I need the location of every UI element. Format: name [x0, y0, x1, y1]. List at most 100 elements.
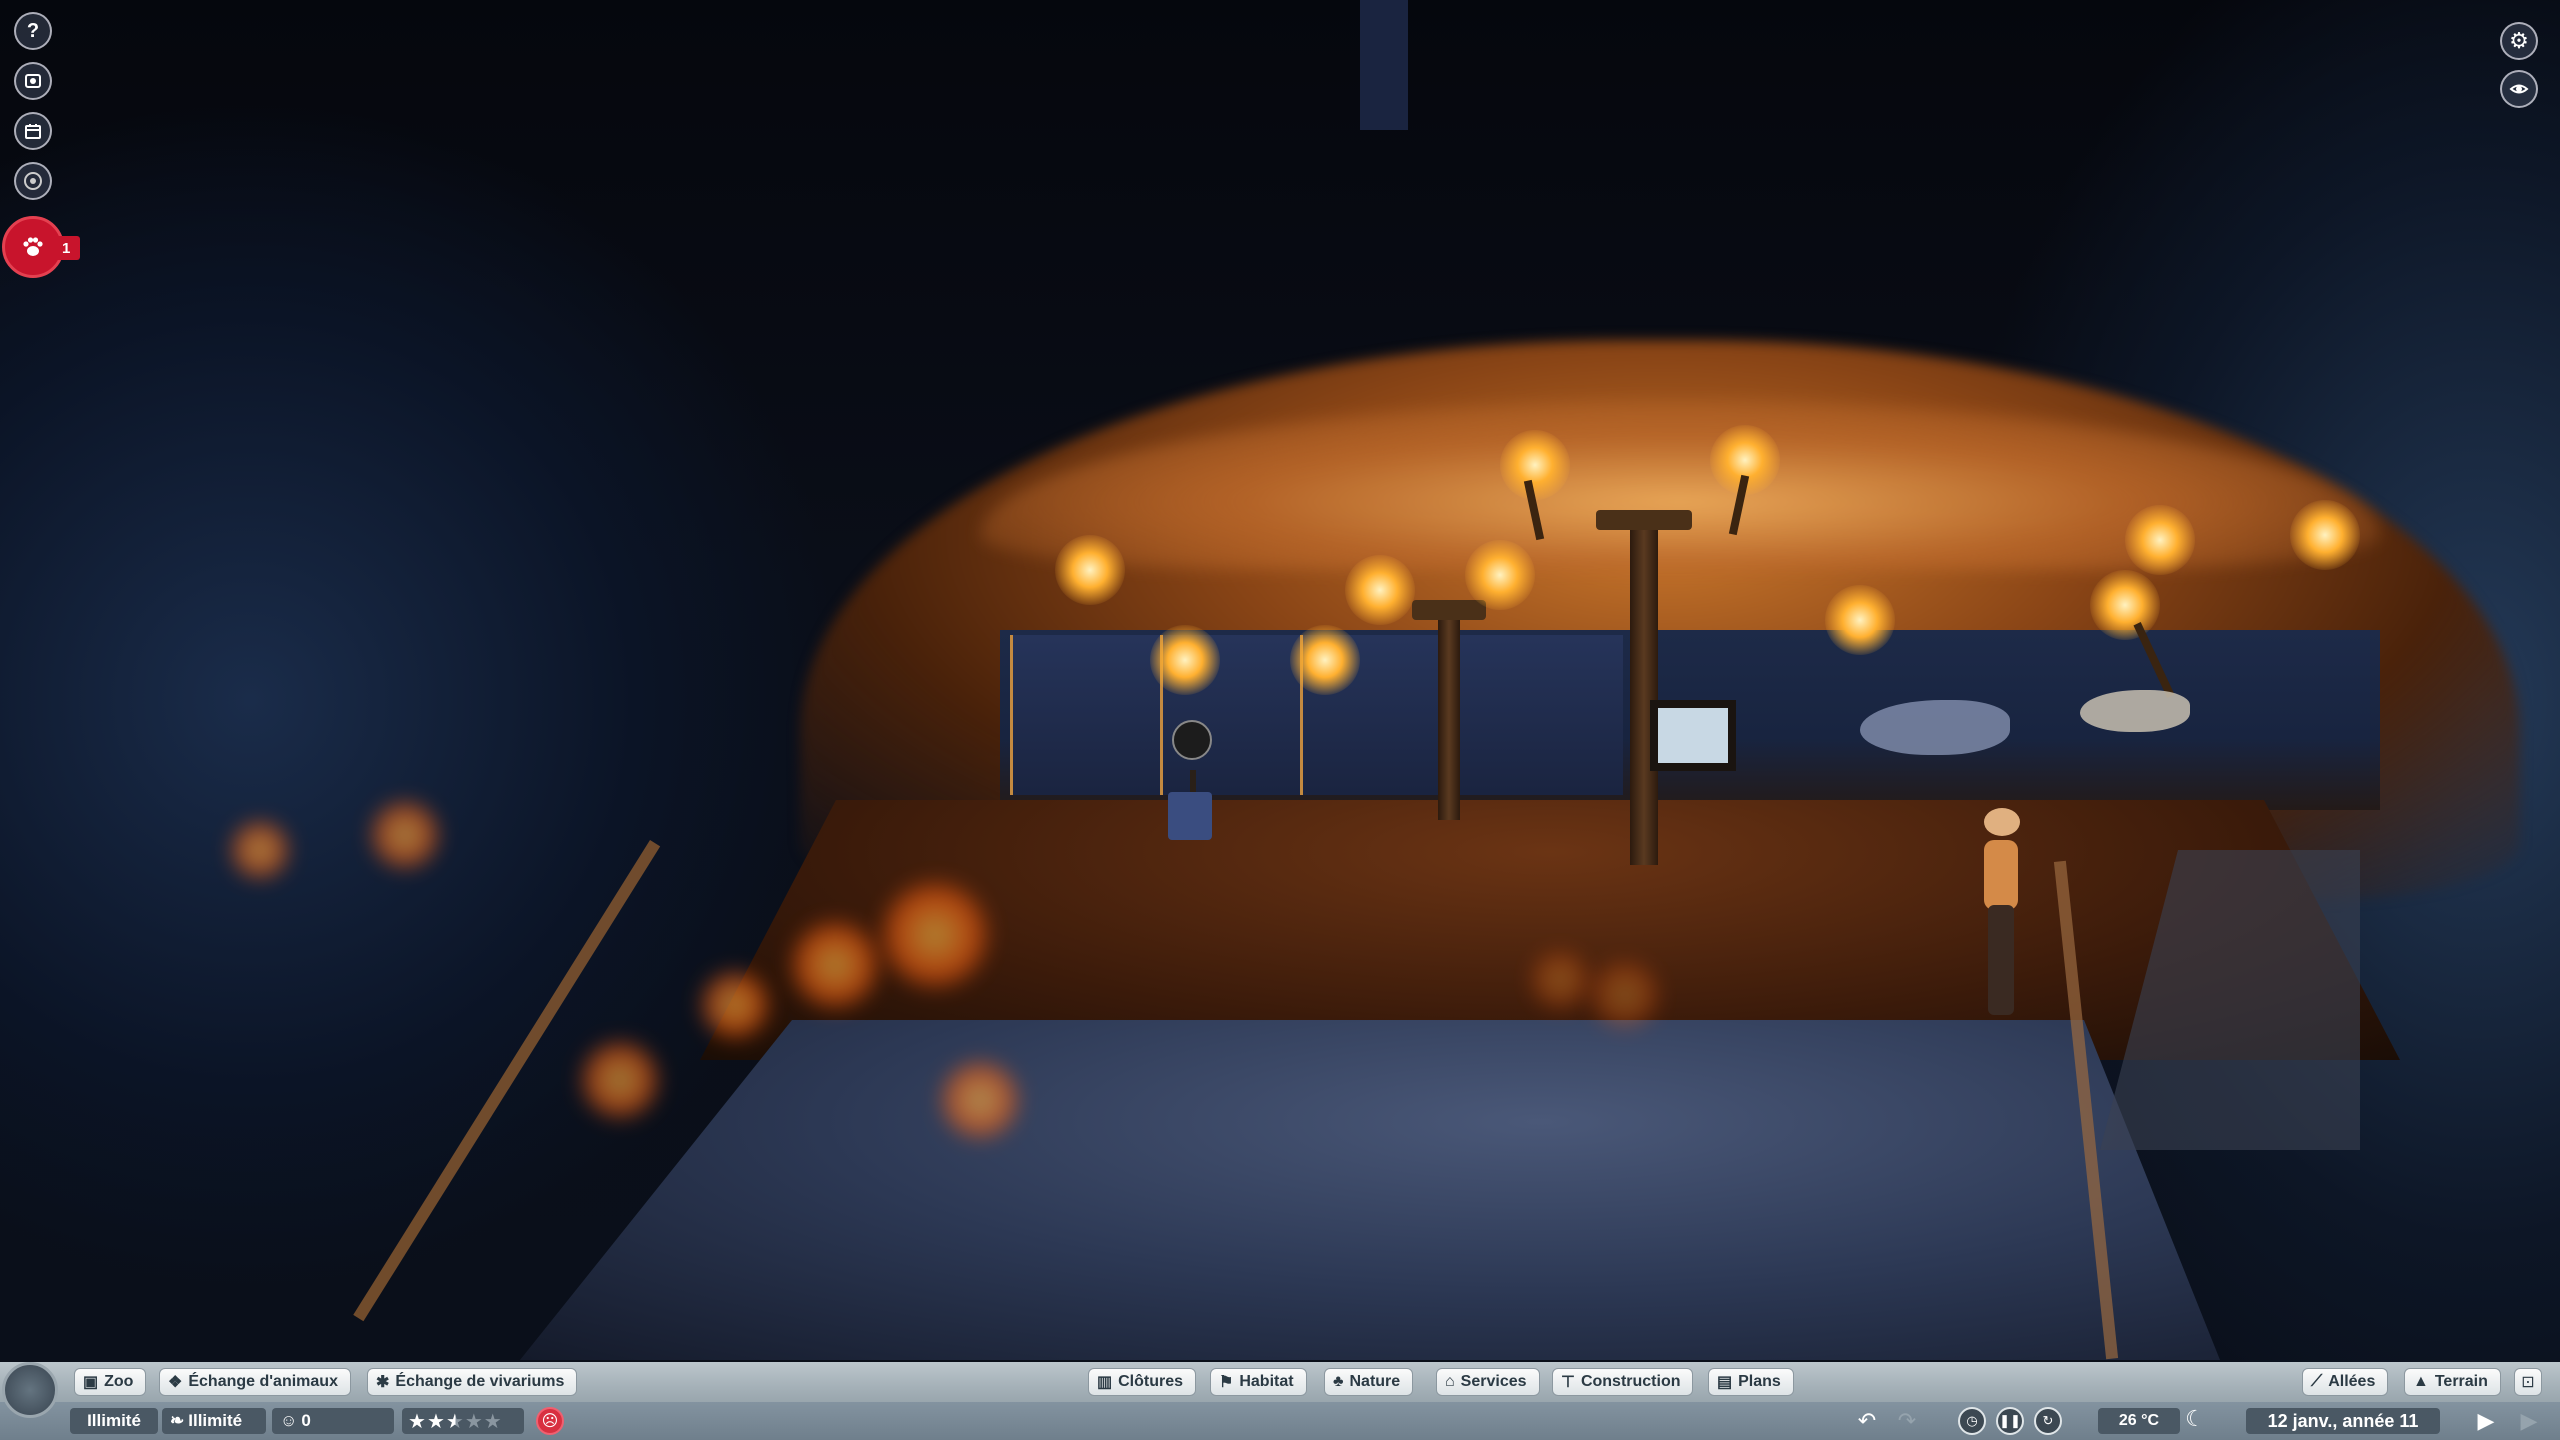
- play-button[interactable]: ▶: [2474, 1406, 2498, 1436]
- lamp-pillar[interactable]: [1630, 520, 1658, 865]
- viewing-glass-panel: [1440, 635, 1623, 795]
- calendar-icon: [25, 124, 41, 139]
- tab-services[interactable]: ⌂ Services: [1436, 1368, 1540, 1396]
- tab-label: Zoo: [104, 1373, 134, 1390]
- tab-nature[interactable]: ♣ Nature: [1324, 1368, 1414, 1396]
- torch-flame: [1825, 585, 1895, 655]
- blueprint-icon: ▤: [1717, 1374, 1733, 1391]
- lamp-pillar-cap: [1412, 600, 1486, 620]
- money-value: Illimité: [87, 1411, 141, 1430]
- pin-icon: ⊡: [2521, 1374, 2535, 1391]
- habitat-sign[interactable]: [1172, 720, 1212, 760]
- wolf-statue[interactable]: [2080, 690, 2190, 732]
- gear-icon: ⚙: [2509, 28, 2529, 53]
- research-display[interactable]: ❧ Illimité: [162, 1408, 266, 1434]
- pause-icon: ❚❚: [1999, 1413, 2021, 1428]
- torch-flame: [1055, 535, 1125, 605]
- visitor-legs: [1988, 905, 2014, 1015]
- eye-icon: [24, 172, 42, 190]
- date-value: 12 janv., année 11: [2267, 1410, 2419, 1431]
- temperature-display: 26 °C: [2098, 1408, 2180, 1434]
- zoo-icon: [25, 74, 41, 88]
- lens-flare: [230, 820, 290, 880]
- torch-flame: [1150, 625, 1220, 695]
- tab-construction[interactable]: ⊤ Construction: [1552, 1368, 1694, 1396]
- building-icon: ⌂: [1445, 1373, 1455, 1390]
- research-value: Illimité: [188, 1411, 243, 1430]
- date-display: 12 janv., année 11: [2246, 1408, 2440, 1434]
- lens-flare: [940, 1060, 1020, 1140]
- main-menu-orb[interactable]: [2, 1362, 58, 1418]
- speed-pause-button[interactable]: ❚❚: [1996, 1407, 2024, 1435]
- speed-cycle-button[interactable]: ↻: [2034, 1407, 2062, 1435]
- pin-toolbar-button[interactable]: ⊡: [2514, 1368, 2542, 1396]
- tab-label: Allées: [2328, 1373, 2376, 1390]
- lens-flare: [880, 880, 990, 990]
- guest-mood-indicator[interactable]: ☹: [536, 1407, 564, 1435]
- torch-flame: [1465, 540, 1535, 610]
- zoo-overview-button[interactable]: [14, 62, 52, 100]
- terrain-icon: ▲: [2413, 1373, 2429, 1390]
- star-icon: ★: [408, 1410, 427, 1433]
- tab-zoo[interactable]: ▣ Zoo: [74, 1368, 147, 1396]
- game-viewport[interactable]: [0, 0, 2560, 1440]
- clock-icon: ◷: [1966, 1413, 1978, 1428]
- lens-flare: [370, 800, 440, 870]
- guests-value: 0: [301, 1411, 311, 1430]
- wolf-statue[interactable]: [1860, 700, 2010, 755]
- sad-face-icon: ☹: [541, 1413, 559, 1430]
- settings-button[interactable]: ⚙: [2500, 22, 2538, 60]
- tab-habitat[interactable]: ⚑ Habitat: [1210, 1368, 1307, 1396]
- time-of-day-button[interactable]: ☾: [2180, 1404, 2210, 1434]
- undo-button[interactable]: ↶: [1852, 1406, 1882, 1436]
- camera-icon: [2509, 84, 2529, 94]
- guests-display[interactable]: ☺ 0: [272, 1408, 394, 1434]
- fast-forward-icon: ▶: [2520, 1408, 2538, 1433]
- calendar-button[interactable]: [14, 112, 52, 150]
- zoo-rating[interactable]: ★ ★ ★ ★ ★: [402, 1408, 524, 1434]
- torch-flame: [2290, 500, 2360, 570]
- cycle-icon: ↻: [2042, 1413, 2054, 1428]
- play-icon: ▶: [2477, 1408, 2495, 1433]
- tab-label: Clôtures: [1118, 1373, 1184, 1390]
- visitor-guest[interactable]: [1984, 840, 2018, 910]
- torch-flame: [2090, 570, 2160, 640]
- torch-flame: [1345, 555, 1415, 625]
- tab-fences[interactable]: ▥ Clôtures: [1088, 1368, 1197, 1396]
- tab-label: Terrain: [2434, 1373, 2488, 1390]
- fence-icon: ▥: [1097, 1374, 1113, 1391]
- redo-button[interactable]: ↷: [1892, 1406, 1922, 1436]
- lamp-pillar[interactable]: [1438, 610, 1460, 820]
- speed-slow-button[interactable]: ◷: [1958, 1407, 1986, 1435]
- tree-icon: ♣: [1333, 1373, 1344, 1390]
- star-icon: ★: [426, 1410, 446, 1433]
- money-display[interactable]: Illimité: [70, 1408, 158, 1434]
- tab-label: Nature: [1349, 1373, 1401, 1390]
- fast-forward-button[interactable]: ▶: [2514, 1406, 2544, 1436]
- help-button[interactable]: ?: [14, 12, 52, 50]
- construction-icon: ⊤: [1561, 1374, 1575, 1391]
- undo-icon: ↶: [1857, 1408, 1877, 1433]
- star-empty-icon: ★: [483, 1410, 503, 1433]
- tab-vivarium-exchange[interactable]: ✱ Échange de vivariums: [367, 1368, 578, 1396]
- redo-icon: ↷: [1897, 1408, 1917, 1433]
- tab-blueprints[interactable]: ▤ Plans: [1708, 1368, 1794, 1396]
- lens-flare: [700, 970, 770, 1040]
- view-modes-button[interactable]: [14, 162, 52, 200]
- tab-paths[interactable]: ⟋ Allées: [2302, 1368, 2389, 1396]
- paw-icon: ❖: [168, 1374, 183, 1391]
- ceiling-opening: [1360, 0, 1408, 130]
- tab-animal-exchange[interactable]: ❖ Échange d'animaux: [159, 1368, 351, 1396]
- tab-terrain[interactable]: ▲ Terrain: [2404, 1368, 2501, 1396]
- star-empty-icon: ★: [464, 1410, 484, 1433]
- viewing-glass-panel: [1010, 635, 1163, 795]
- leaf-icon: ❧: [170, 1411, 185, 1430]
- moon-icon: ☾: [2185, 1406, 2205, 1431]
- paw-icon: [23, 237, 43, 256]
- tab-label: Habitat: [1239, 1373, 1294, 1390]
- camera-mode-button[interactable]: [2500, 70, 2538, 108]
- info-screen[interactable]: [1650, 700, 1736, 771]
- temperature-value: 26 °C: [2118, 1412, 2160, 1429]
- donation-box[interactable]: [1168, 792, 1212, 840]
- zoo-icon: ▣: [83, 1374, 99, 1391]
